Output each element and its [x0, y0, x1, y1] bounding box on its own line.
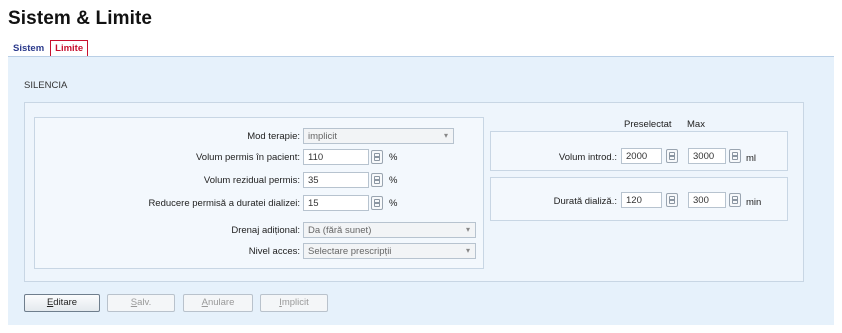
cancel-button[interactable]: Anulare — [183, 294, 253, 312]
dialysis-duration-max-spinner-icon[interactable] — [729, 193, 741, 207]
residual-volume-spinner-icon[interactable] — [371, 173, 383, 187]
extra-drain-select[interactable]: Da (fără sunet) ▾ — [303, 222, 476, 238]
chevron-down-icon: ▾ — [465, 225, 470, 234]
dialysis-duration-preselected-spinner-icon[interactable] — [666, 193, 678, 207]
tab-limite[interactable]: Limite — [50, 40, 89, 57]
allowed-volume-spinner-icon[interactable] — [371, 150, 383, 164]
allowed-volume-field[interactable]: 110 — [303, 149, 369, 165]
allowed-volume-label: Volum permis în pacient: — [195, 152, 300, 163]
dialysis-duration-label: Durată dializă.: — [553, 196, 617, 207]
fill-volume-max-field[interactable]: 3000 — [688, 148, 726, 164]
tab-sistem[interactable]: Sistem — [10, 41, 47, 56]
residual-volume-label: Volum rezidual permis: — [203, 175, 300, 186]
section-label: SILENCIA — [24, 80, 68, 91]
dialysis-duration-max-field[interactable]: 300 — [688, 192, 726, 208]
cancel-button-label: nulare — [207, 297, 235, 308]
tab-bar: Sistem Limite — [10, 36, 89, 57]
residual-volume-field[interactable]: 35 — [303, 172, 369, 188]
col-preselected-header: Preselectat — [624, 119, 672, 130]
access-level-select[interactable]: Selectare prescripții ▾ — [303, 243, 476, 259]
save-button-label: alv. — [137, 297, 152, 308]
fill-volume-preselected-spinner-icon[interactable] — [666, 149, 678, 163]
dialysis-duration-preselected-field[interactable]: 120 — [621, 192, 662, 208]
therapy-mode-select[interactable]: implicit ▾ — [303, 128, 454, 144]
col-max-header: Max — [687, 119, 705, 130]
access-level-label: Nivel acces: — [248, 246, 300, 257]
dialysis-reduction-unit: % — [389, 198, 398, 209]
therapy-mode-label: Mod terapie: — [247, 131, 300, 142]
allowed-volume-unit: % — [389, 152, 398, 163]
edit-button-label: ditare — [53, 297, 78, 308]
fill-volume-preselected-field[interactable]: 2000 — [621, 148, 662, 164]
extra-drain-label: Drenaj adițional: — [231, 225, 300, 236]
chevron-down-icon: ▾ — [465, 246, 470, 255]
fill-volume-unit: ml — [746, 153, 757, 164]
chevron-down-icon: ▾ — [443, 131, 448, 140]
fill-volume-max-spinner-icon[interactable] — [729, 149, 741, 163]
dialysis-reduction-spinner-icon[interactable] — [371, 196, 383, 210]
save-button[interactable]: Salv. — [107, 294, 175, 312]
default-button[interactable]: Implicit — [260, 294, 328, 312]
therapy-mode-value: implicit — [308, 131, 338, 142]
default-button-label: mplicit — [281, 297, 309, 308]
residual-volume-unit: % — [389, 175, 398, 186]
edit-button[interactable]: Editare — [24, 294, 100, 312]
dialysis-reduction-label: Reducere permisă a duratei dializei: — [148, 198, 300, 209]
fill-volume-label: Volum introd.: — [558, 152, 617, 163]
access-level-value: Selectare prescripții — [308, 246, 392, 257]
dialysis-reduction-field[interactable]: 15 — [303, 195, 369, 211]
dialysis-duration-unit: min — [746, 197, 762, 208]
extra-drain-value: Da (fără sunet) — [308, 225, 372, 236]
page-title: Sistem & Limite — [8, 8, 153, 29]
